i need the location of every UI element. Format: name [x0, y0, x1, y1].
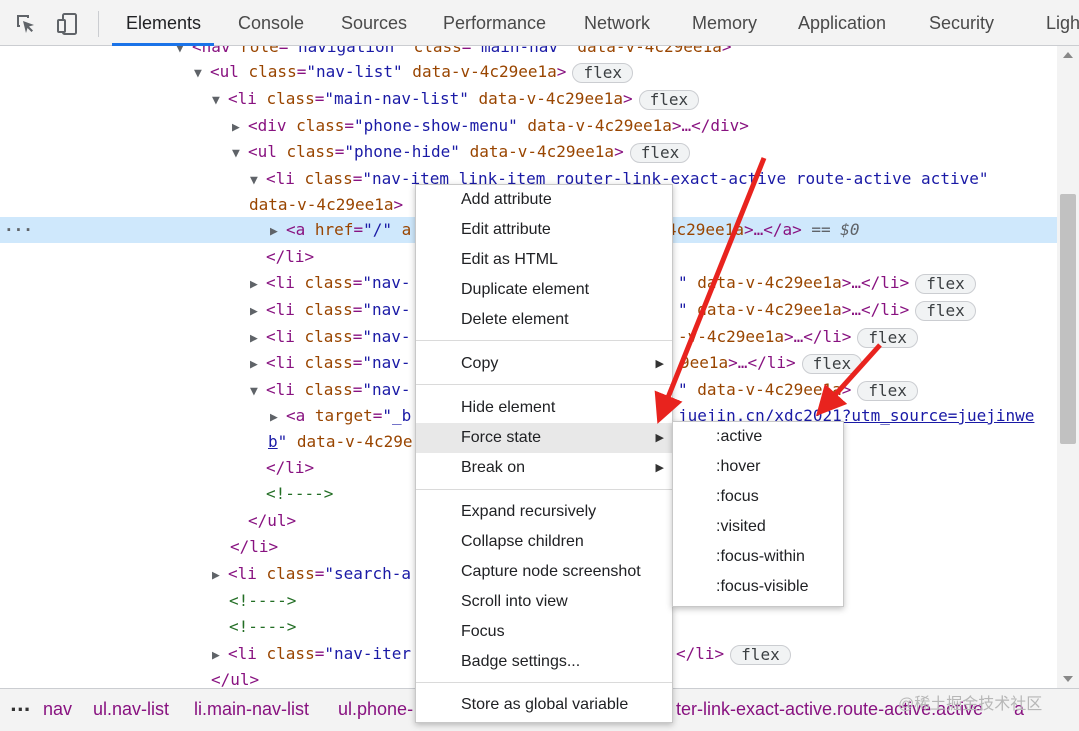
- selected-node-reference: == $0: [801, 220, 860, 239]
- tree-row[interactable]: ▼ <ul class="nav-list" data-v-4c29ee1a> fl…: [0, 59, 1057, 85]
- flex-badge[interactable]: flex: [857, 380, 918, 401]
- tab-application[interactable]: Application: [798, 13, 886, 34]
- menu-divider: [416, 340, 672, 341]
- tree-row[interactable]: ▼ <li class="main-nav-list" data-v-4c29ee…: [0, 86, 1057, 112]
- scroll-down-icon[interactable]: [1063, 676, 1073, 682]
- menu-item-label: Break on: [461, 459, 526, 476]
- flex-badge[interactable]: flex: [857, 327, 918, 348]
- force-state-focus[interactable]: :focus: [673, 482, 843, 512]
- tab-performance[interactable]: Performance: [443, 13, 546, 34]
- collapse-arrow-icon[interactable]: ▶: [250, 299, 266, 325]
- menu-divider: [416, 384, 672, 385]
- flex-badge[interactable]: flex: [915, 273, 976, 294]
- menu-item-hide-element[interactable]: Hide element: [416, 393, 672, 423]
- collapse-arrow-icon[interactable]: ▶: [270, 405, 286, 431]
- submenu-arrow-icon: ▶: [655, 462, 664, 474]
- breadcrumb-item[interactable]: nav: [43, 699, 72, 720]
- collapse-arrow-icon[interactable]: ▶: [250, 326, 266, 352]
- tree-row[interactable]: ▶ <div class="phone-show-menu" data-v-4c2…: [0, 113, 1057, 139]
- tab-console[interactable]: Console: [238, 13, 304, 34]
- menu-item-edit-as-html[interactable]: Edit as HTML: [416, 245, 672, 275]
- collapse-arrow-icon[interactable]: ▶: [250, 272, 266, 298]
- collapse-arrow-icon[interactable]: ▶: [212, 563, 228, 589]
- flex-badge[interactable]: flex: [572, 62, 633, 83]
- force-state-focus-within[interactable]: :focus-within: [673, 542, 843, 572]
- menu-item-store-as-global-variable[interactable]: Store as global variable: [416, 690, 672, 720]
- breadcrumb-item[interactable]: li.main-nav-list: [194, 699, 309, 720]
- menu-item-label: Copy: [461, 355, 499, 372]
- flex-badge[interactable]: flex: [730, 644, 791, 665]
- menu-item-break-on[interactable]: Break on ▶: [416, 453, 672, 483]
- menu-item-copy[interactable]: Copy ▶: [416, 349, 672, 379]
- flex-badge[interactable]: flex: [629, 142, 691, 163]
- toolbar-divider: [98, 11, 99, 37]
- menu-item-collapse-children[interactable]: Collapse children: [416, 527, 672, 557]
- expand-arrow-icon[interactable]: ▼: [250, 168, 266, 194]
- collapse-arrow-icon[interactable]: ▶: [270, 219, 286, 245]
- force-state-active[interactable]: :active: [673, 422, 843, 452]
- tree-row[interactable]: ▼ <nav role="navigation" class="main-nav"…: [0, 46, 1057, 60]
- menu-item-edit-attribute[interactable]: Edit attribute: [416, 215, 672, 245]
- tab-memory[interactable]: Memory: [692, 13, 757, 34]
- submenu-arrow-icon: ▶: [655, 432, 664, 444]
- scrollbar-thumb[interactable]: [1060, 194, 1076, 444]
- breadcrumb-item[interactable]: ul.nav-list: [93, 699, 169, 720]
- menu-item-scroll-into-view[interactable]: Scroll into view: [416, 587, 672, 617]
- menu-item-add-attribute[interactable]: Add attribute: [416, 185, 672, 215]
- url-link[interactable]: b: [268, 432, 278, 451]
- tree-row[interactable]: ▼ <ul class="phone-hide" data-v-4c29ee1a>…: [0, 139, 1057, 165]
- menu-item-label: Force state: [461, 429, 542, 446]
- tab-lighthouse[interactable]: Ligh: [1046, 13, 1079, 34]
- scroll-up-icon[interactable]: [1063, 52, 1073, 58]
- force-state-visited[interactable]: :visited: [673, 512, 843, 542]
- tab-sources[interactable]: Sources: [341, 13, 407, 34]
- menu-item-badge-settings[interactable]: Badge settings...: [416, 647, 672, 677]
- device-toggle-icon[interactable]: [56, 12, 80, 36]
- force-state-submenu: :active :hover :focus :visited :focus-wi…: [672, 421, 844, 607]
- collapse-arrow-icon[interactable]: ▶: [250, 352, 266, 378]
- expand-arrow-icon[interactable]: ▼: [232, 141, 248, 167]
- tab-elements[interactable]: Elements: [126, 13, 201, 34]
- submenu-arrow-icon: ▶: [655, 358, 664, 370]
- breadcrumb-item[interactable]: ul.phone-: [338, 699, 413, 720]
- menu-item-duplicate-element[interactable]: Duplicate element: [416, 275, 672, 305]
- menu-item-capture-node-screenshot[interactable]: Capture node screenshot: [416, 557, 672, 587]
- menu-item-force-state[interactable]: Force state ▶: [416, 423, 672, 453]
- flex-badge[interactable]: flex: [801, 353, 863, 374]
- menu-item-delete-element[interactable]: Delete element: [416, 305, 672, 335]
- expand-arrow-icon[interactable]: ▼: [250, 379, 266, 405]
- menu-divider: [416, 682, 672, 683]
- context-menu: Add attribute Edit attribute Edit as HTM…: [415, 184, 673, 723]
- tab-security[interactable]: Security: [929, 13, 994, 34]
- devtools-toolbar: Elements Console Sources Performance Net…: [0, 0, 1079, 46]
- menu-item-focus[interactable]: Focus: [416, 617, 672, 647]
- expand-arrow-icon[interactable]: ▼: [194, 61, 210, 87]
- inspect-element-icon[interactable]: [14, 12, 38, 36]
- tab-network[interactable]: Network: [584, 13, 650, 34]
- menu-item-expand-recursively[interactable]: Expand recursively: [416, 497, 672, 527]
- force-state-focus-visible[interactable]: :focus-visible: [673, 572, 843, 602]
- collapse-arrow-icon[interactable]: ▶: [232, 115, 248, 141]
- force-state-hover[interactable]: :hover: [673, 452, 843, 482]
- collapse-arrow-icon[interactable]: ▶: [212, 643, 228, 669]
- more-options-icon[interactable]: ···: [4, 217, 33, 243]
- flex-badge[interactable]: flex: [915, 300, 976, 321]
- expand-arrow-icon[interactable]: ▼: [212, 88, 228, 114]
- breadcrumb-overflow-icon[interactable]: ...: [10, 695, 31, 716]
- flex-badge[interactable]: flex: [638, 89, 700, 110]
- vertical-scrollbar[interactable]: [1057, 46, 1079, 688]
- menu-divider: [416, 489, 672, 490]
- watermark: @稀土掘金技术社区: [898, 696, 1043, 713]
